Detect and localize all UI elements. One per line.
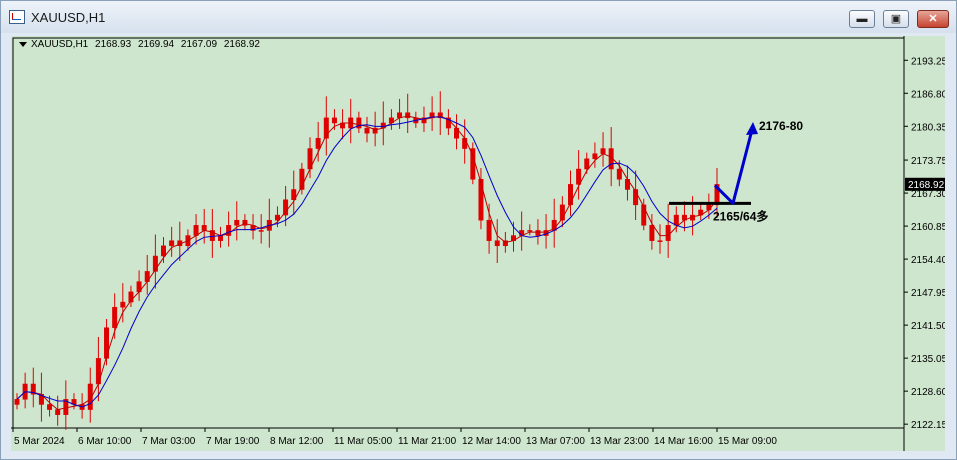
arrow-icon	[746, 122, 758, 136]
y-tick-label: 2193.25	[911, 56, 945, 67]
candle-body	[120, 301, 126, 308]
price-chart[interactable]: 2193.252186.802180.352173.752167.302160.…	[11, 36, 945, 451]
x-tick-label: 11 Mar 05:00	[334, 436, 393, 447]
candle-body	[641, 204, 647, 226]
x-tick-label: 13 Mar 07:00	[526, 436, 585, 447]
candle-body	[527, 230, 533, 232]
close-button[interactable]: ✕	[917, 10, 949, 28]
window-title: XAUUSD,H1	[31, 10, 106, 25]
candle-body	[112, 306, 118, 328]
ohlc-low: 2167.09	[180, 39, 218, 50]
minimize-icon: ▬	[856, 13, 868, 25]
candle-body	[568, 184, 573, 206]
ohlc-close: 2168.92	[223, 39, 260, 50]
candle-body	[258, 230, 264, 232]
x-tick-label: 13 Mar 23:00	[590, 436, 649, 447]
y-tick-label: 2180.35	[911, 122, 945, 133]
ohlc-open: 2168.93	[95, 39, 132, 50]
y-tick-label: 2122.15	[911, 420, 945, 431]
candle-body	[315, 138, 321, 149]
x-tick-label: 12 Mar 14:00	[462, 436, 521, 447]
maximize-button[interactable]: ▣	[883, 10, 909, 28]
candle-body	[14, 399, 20, 405]
x-tick-label: 7 Mar 03:00	[142, 436, 196, 447]
candle-body	[364, 127, 370, 134]
x-tick-label: 15 Mar 09:00	[718, 436, 777, 447]
maximize-icon: ▣	[890, 13, 902, 25]
candle-body	[405, 112, 411, 119]
candle-body	[494, 240, 500, 247]
symbol-timeframe: XAUUSD,H1	[31, 39, 89, 50]
candle-body	[486, 219, 492, 241]
candle-body	[201, 225, 207, 231]
x-tick-label: 6 Mar 10:00	[78, 436, 132, 447]
y-tick-label: 2173.75	[911, 156, 945, 167]
candle-body	[665, 225, 671, 241]
target-annotation: 2176-80	[759, 119, 803, 133]
candle-body	[600, 148, 606, 154]
title-bar[interactable]: XAUUSD,H1 ▬ ▣ ✕	[1, 1, 956, 33]
x-tick-label: 7 Mar 19:00	[206, 436, 260, 447]
candle-body	[169, 240, 175, 247]
forecast-path	[713, 125, 755, 205]
x-tick-label: 11 Mar 21:00	[398, 436, 457, 447]
dropdown-triangle-icon[interactable]	[19, 41, 27, 47]
y-tick-label: 2154.40	[911, 255, 945, 266]
candle-body	[218, 235, 223, 241]
y-tick-label: 2141.50	[911, 321, 945, 332]
window-icon	[9, 10, 25, 24]
chart-area[interactable]: 2193.25 2186.80 2180.35 2173.75 2167.30 2160.…	[11, 36, 945, 451]
candle-body	[478, 179, 484, 221]
candle-body	[535, 230, 541, 236]
chart-window: XAUUSD,H1 ▬ ▣ ✕ 2193.25 2186.80 2180.35 217…	[0, 0, 957, 460]
candle-body	[331, 117, 337, 124]
y-tick-label: 2128.60	[911, 387, 945, 398]
y-tick-label: 2135.05	[911, 354, 945, 365]
candle-body	[649, 225, 655, 241]
candle-body	[584, 158, 590, 170]
support-annotation: 2165/64多	[713, 208, 768, 223]
close-icon: ✕	[928, 13, 938, 25]
x-tick-label: 8 Mar 12:00	[270, 436, 324, 447]
candle-body	[55, 409, 61, 415]
candle-body	[234, 219, 240, 226]
candle-body	[104, 327, 110, 359]
x-tick-label: 5 Mar 2024	[14, 436, 65, 447]
candle-body	[616, 168, 622, 180]
plot-frame	[12, 37, 905, 429]
y-tick-label: 2186.80	[911, 89, 945, 100]
candle-body	[462, 138, 468, 149]
ohlc-high: 2169.94	[137, 39, 175, 50]
candle-body	[657, 240, 663, 242]
minimize-button[interactable]: ▬	[849, 10, 875, 28]
candle-body	[47, 404, 53, 410]
x-tick-label: 14 Mar 16:00	[654, 436, 713, 447]
current-price-label: 2168.92	[908, 180, 945, 191]
candle-body	[592, 153, 598, 160]
candle-body	[283, 199, 289, 216]
symbol-info: XAUUSD,H1 2168.93 2169.94 2167.09 2168.9…	[19, 39, 260, 50]
candle-body	[161, 245, 166, 257]
y-tick-label: 2147.95	[911, 288, 945, 299]
candle-body	[673, 214, 679, 226]
y-tick-label: 2160.85	[911, 222, 945, 233]
